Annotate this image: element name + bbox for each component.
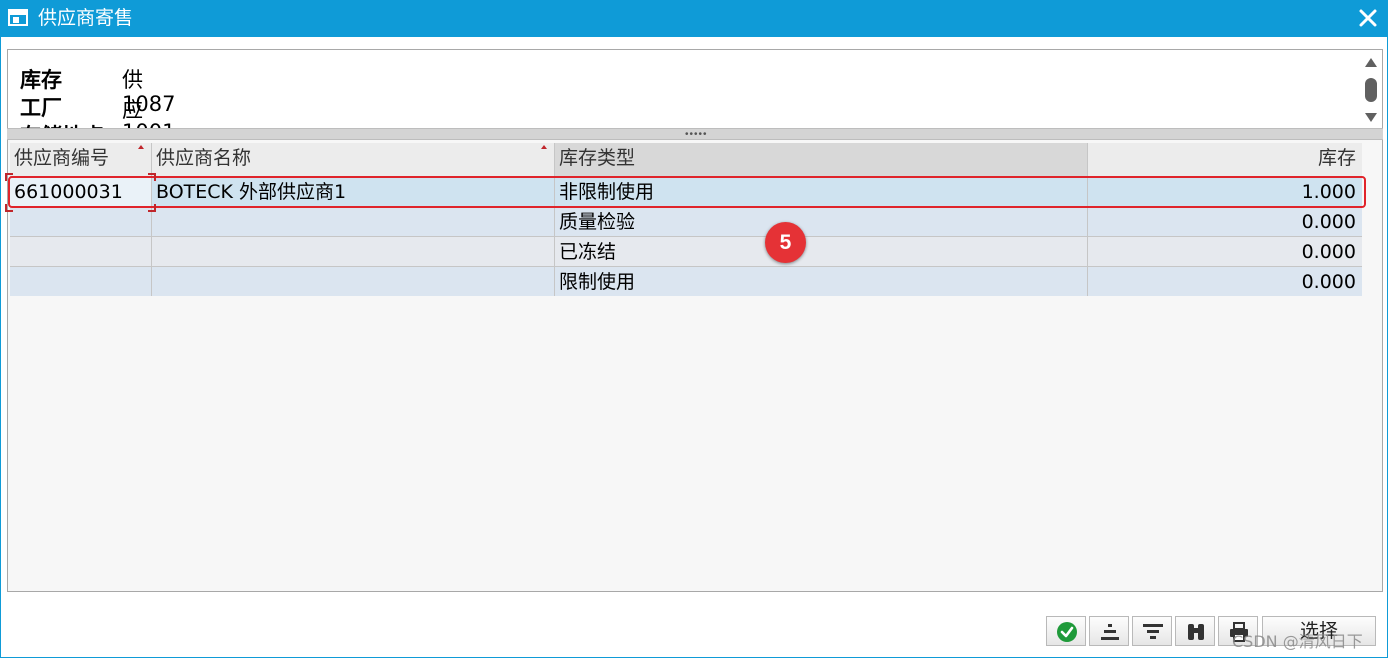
header-label: 库存: [20, 68, 62, 92]
table-row[interactable]: 已冻结 0.000: [10, 236, 1362, 266]
window-title: 供应商寄售: [38, 7, 134, 29]
filter-icon: [1143, 624, 1163, 639]
table-row[interactable]: 质量检验 0.000: [10, 206, 1362, 236]
scroll-down-icon: [1365, 113, 1377, 122]
cell-vendor-no[interactable]: [10, 207, 152, 236]
align-icon: [1101, 624, 1119, 640]
sort-indicator-icon: [138, 145, 144, 149]
table-header: 供应商编号 供应商名称 库存类型 库存: [10, 143, 1362, 176]
confirm-button[interactable]: [1046, 616, 1086, 646]
find-button[interactable]: [1175, 616, 1215, 646]
column-header-stock[interactable]: 库存: [1088, 143, 1362, 176]
cell-vendor-name[interactable]: [152, 207, 555, 236]
scroll-thumb: [1365, 78, 1377, 102]
table-row[interactable]: 限制使用 0.000: [10, 266, 1362, 296]
focus-corner: [5, 173, 13, 181]
check-icon: [1057, 622, 1077, 642]
cell-vendor-no[interactable]: [10, 267, 152, 296]
splitter-grip-icon[interactable]: •••••: [685, 130, 708, 140]
cell-vendor-no[interactable]: [10, 237, 152, 266]
focus-corner: [148, 204, 156, 212]
panel-splitter[interactable]: •••••: [7, 128, 1383, 140]
cell-stock[interactable]: 0.000: [1088, 207, 1362, 236]
cell-stock-type[interactable]: 限制使用: [555, 267, 1088, 296]
sort-indicator-icon: [541, 145, 547, 149]
cell-vendor-name[interactable]: [152, 237, 555, 266]
align-button[interactable]: [1089, 616, 1129, 646]
header-label: 工厂: [20, 96, 62, 120]
grid-area: 供应商编号 供应商名称 库存类型 库存 661000031 BOTECK 外部供…: [7, 140, 1383, 592]
cell-vendor-name[interactable]: BOTECK 外部供应商1: [152, 177, 555, 206]
scroll-up-icon: [1365, 58, 1377, 67]
title-bar: 供应商寄售: [0, 0, 1388, 37]
focus-corner: [5, 204, 13, 212]
cell-vendor-no[interactable]: 661000031: [10, 177, 152, 206]
cell-stock[interactable]: 0.000: [1088, 267, 1362, 296]
table-row[interactable]: 661000031 BOTECK 外部供应商1 非限制使用 1.000: [10, 176, 1362, 206]
cell-stock-type[interactable]: 非限制使用: [555, 177, 1088, 206]
cell-stock[interactable]: 1.000: [1088, 177, 1362, 206]
step-badge: 5: [765, 222, 806, 263]
vendor-stock-table: 供应商编号 供应商名称 库存类型 库存 661000031 BOTECK 外部供…: [10, 143, 1362, 296]
cell-stock-type[interactable]: 质量检验: [555, 207, 1088, 236]
close-icon[interactable]: [1356, 6, 1380, 30]
cell-vendor-name[interactable]: [152, 267, 555, 296]
cell-stock[interactable]: 0.000: [1088, 237, 1362, 266]
column-header-vendor-no[interactable]: 供应商编号: [10, 143, 152, 176]
column-header-stock-type[interactable]: 库存类型: [555, 143, 1088, 176]
window-menu-icon[interactable]: [8, 8, 30, 28]
column-header-vendor-name[interactable]: 供应商名称: [152, 143, 555, 176]
filter-button[interactable]: [1132, 616, 1172, 646]
header-info-panel: 库存 供应商寄售 工厂 1087 存储地点 1001: [7, 49, 1383, 131]
binoculars-icon: [1188, 624, 1204, 640]
watermark: CSDN @清风日下: [1232, 632, 1363, 651]
header-scrollbar[interactable]: [1362, 54, 1380, 126]
cell-stock-type[interactable]: 已冻结: [555, 237, 1088, 266]
focus-corner: [148, 173, 156, 181]
header-value: 1087: [122, 92, 176, 116]
